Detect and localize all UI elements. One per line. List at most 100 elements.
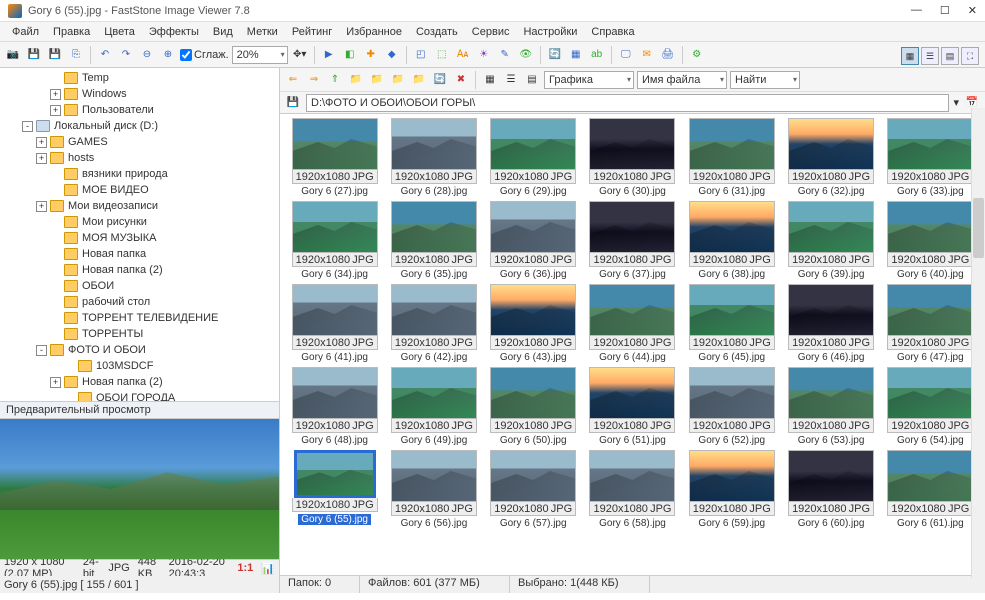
path-dropdown-icon[interactable]: ▾ bbox=[953, 96, 959, 109]
collapse-icon[interactable]: - bbox=[22, 121, 33, 132]
thumbnail[interactable]: 1920x1080JPGGory 6 (27).jpg bbox=[286, 118, 383, 197]
adjust-icon[interactable]: ☀ bbox=[475, 46, 493, 64]
thumbnail[interactable]: 1920x1080JPGGory 6 (59).jpg bbox=[683, 450, 780, 529]
tree-item[interactable]: -ФОТО И ОБОИ bbox=[0, 342, 279, 358]
tree-item[interactable]: +Windows bbox=[0, 86, 279, 102]
thumbnail[interactable]: 1920x1080JPGGory 6 (40).jpg bbox=[882, 201, 979, 280]
thumbnail[interactable]: 1920x1080JPGGory 6 (31).jpg bbox=[683, 118, 780, 197]
sort-combo[interactable]: Имя файла bbox=[637, 71, 727, 89]
thumbnail[interactable]: 1920x1080JPGGory 6 (51).jpg bbox=[584, 367, 681, 446]
minimize-button[interactable]: — bbox=[911, 4, 922, 17]
thumbnail[interactable]: 1920x1080JPGGory 6 (53).jpg bbox=[782, 367, 879, 446]
thumbnail[interactable]: 1920x1080JPGGory 6 (49).jpg bbox=[385, 367, 482, 446]
convert-icon[interactable]: 🔄 bbox=[546, 46, 564, 64]
menu-сервис[interactable]: Сервис bbox=[466, 24, 516, 40]
zoom-combo[interactable]: 20% bbox=[232, 46, 288, 64]
folder3-icon[interactable]: 📁 bbox=[389, 71, 407, 89]
smooth-checkbox[interactable]: Сглаж. bbox=[180, 49, 229, 61]
menu-метки[interactable]: Метки bbox=[241, 24, 284, 40]
email-icon[interactable]: ✉ bbox=[638, 46, 656, 64]
menu-настройки[interactable]: Настройки bbox=[517, 24, 583, 40]
thumbnail[interactable]: 1920x1080JPGGory 6 (44).jpg bbox=[584, 284, 681, 363]
tree-item[interactable]: +Новая папка (2) bbox=[0, 374, 279, 390]
path-field[interactable]: D:\ФОТО И ОБОИ\ОБОИ ГОРЫ\ bbox=[306, 94, 949, 112]
filter-combo[interactable]: Графика bbox=[544, 71, 634, 89]
rename-icon[interactable]: ab bbox=[588, 46, 606, 64]
folder1-icon[interactable]: 📁 bbox=[347, 71, 365, 89]
collapse-icon[interactable]: - bbox=[36, 345, 47, 356]
back-icon[interactable]: ⇐ bbox=[284, 71, 302, 89]
viewmode2-icon[interactable]: ☰ bbox=[502, 71, 520, 89]
maximize-button[interactable]: ☐ bbox=[940, 4, 950, 17]
tree-item[interactable]: +Пользователи bbox=[0, 102, 279, 118]
zoom-out-icon[interactable]: ⊖ bbox=[138, 46, 156, 64]
viewmode1-icon[interactable]: ▦ bbox=[481, 71, 499, 89]
thumbnail[interactable]: 1920x1080JPGGory 6 (50).jpg bbox=[485, 367, 582, 446]
print-icon[interactable]: 🖨 bbox=[659, 46, 677, 64]
preview-image[interactable] bbox=[0, 419, 279, 559]
view-fullscreen-button[interactable]: ⛶ bbox=[961, 47, 979, 65]
thumbnail[interactable]: 1920x1080JPGGory 6 (58).jpg bbox=[584, 450, 681, 529]
viewmode3-icon[interactable]: ▤ bbox=[523, 71, 541, 89]
menu-эффекты[interactable]: Эффекты bbox=[143, 24, 205, 40]
thumbnail[interactable]: 1920x1080JPGGory 6 (41).jpg bbox=[286, 284, 383, 363]
zoom-in-icon[interactable]: ⊕ bbox=[159, 46, 177, 64]
scrollbar-thumb[interactable] bbox=[973, 198, 984, 258]
menu-справка[interactable]: Справка bbox=[585, 24, 640, 40]
thumbnail-area[interactable]: 1920x1080JPGGory 6 (27).jpg1920x1080JPGG… bbox=[280, 114, 985, 575]
thumbnail[interactable]: 1920x1080JPGGory 6 (28).jpg bbox=[385, 118, 482, 197]
redeye-icon[interactable]: 👁 bbox=[517, 46, 535, 64]
menu-правка[interactable]: Правка bbox=[47, 24, 96, 40]
thumbnail[interactable]: 1920x1080JPGGory 6 (32).jpg bbox=[782, 118, 879, 197]
thumbnail[interactable]: 1920x1080JPGGory 6 (60).jpg bbox=[782, 450, 879, 529]
expand-icon[interactable]: + bbox=[36, 201, 47, 212]
expand-icon[interactable]: + bbox=[50, 89, 61, 100]
folder-tree[interactable]: Temp+Windows+Пользователи-Локальный диск… bbox=[0, 68, 279, 401]
menu-рейтинг[interactable]: Рейтинг bbox=[286, 24, 338, 40]
tree-item[interactable]: вязники природа bbox=[0, 166, 279, 182]
view-thumbnails-button[interactable]: ▦ bbox=[901, 47, 919, 65]
menu-цвета[interactable]: Цвета bbox=[98, 24, 141, 40]
thumbnail[interactable]: 1920x1080JPGGory 6 (54).jpg bbox=[882, 367, 979, 446]
vertical-scrollbar[interactable] bbox=[971, 108, 985, 578]
forward-icon[interactable]: ⇒ bbox=[305, 71, 323, 89]
thumbnail[interactable]: 1920x1080JPGGory 6 (43).jpg bbox=[485, 284, 582, 363]
text-icon[interactable]: 🗛 bbox=[454, 46, 472, 64]
resize-icon[interactable]: ⬚ bbox=[433, 46, 451, 64]
histogram-icon[interactable]: 📊 bbox=[261, 562, 275, 575]
drive-icon[interactable]: 💾 bbox=[284, 94, 302, 112]
tree-item[interactable]: Temp bbox=[0, 70, 279, 86]
thumbnail[interactable]: 1920x1080JPGGory 6 (46).jpg bbox=[782, 284, 879, 363]
saveas-icon[interactable]: 💾 bbox=[46, 46, 64, 64]
copy-icon[interactable]: ⎘ bbox=[67, 46, 85, 64]
thumbnail[interactable]: 1920x1080JPGGory 6 (45).jpg bbox=[683, 284, 780, 363]
thumbnail[interactable]: 1920x1080JPGGory 6 (34).jpg bbox=[286, 201, 383, 280]
thumbnail[interactable]: 1920x1080JPGGory 6 (55).jpg bbox=[286, 450, 383, 529]
thumbnail[interactable]: 1920x1080JPGGory 6 (33).jpg bbox=[882, 118, 979, 197]
tree-item[interactable]: ТОРРЕНТ ТЕЛЕВИДЕНИЕ bbox=[0, 310, 279, 326]
tree-item[interactable]: -Локальный диск (D:) bbox=[0, 118, 279, 134]
slideshow-icon[interactable]: ▦ bbox=[567, 46, 585, 64]
refresh-icon[interactable]: 🔄 bbox=[431, 71, 449, 89]
wallpaper-icon[interactable]: 🖵 bbox=[617, 46, 635, 64]
expand-icon[interactable]: + bbox=[50, 105, 61, 116]
menu-вид[interactable]: Вид bbox=[207, 24, 239, 40]
menu-создать[interactable]: Создать bbox=[410, 24, 464, 40]
thumbnail[interactable]: 1920x1080JPGGory 6 (37).jpg bbox=[584, 201, 681, 280]
tool-icon[interactable]: ✚ bbox=[362, 46, 380, 64]
thumbnail[interactable]: 1920x1080JPGGory 6 (30).jpg bbox=[584, 118, 681, 197]
tree-item[interactable]: Новая папка bbox=[0, 246, 279, 262]
folder4-icon[interactable]: 📁 bbox=[410, 71, 428, 89]
expand-icon[interactable]: + bbox=[36, 153, 47, 164]
compare-icon[interactable]: ◧ bbox=[341, 46, 359, 64]
tree-item[interactable]: Новая папка (2) bbox=[0, 262, 279, 278]
delete-icon[interactable]: ✖ bbox=[452, 71, 470, 89]
tree-item[interactable]: ТОРРЕНТЫ bbox=[0, 326, 279, 342]
scan-icon[interactable]: 📷 bbox=[4, 46, 22, 64]
tree-item[interactable]: рабочий стол bbox=[0, 294, 279, 310]
tree-item[interactable]: МОЯ МУЗЫКА bbox=[0, 230, 279, 246]
crop-icon[interactable]: ◰ bbox=[412, 46, 430, 64]
thumbnail[interactable]: 1920x1080JPGGory 6 (61).jpg bbox=[882, 450, 979, 529]
menu-файл[interactable]: Файл bbox=[6, 24, 45, 40]
search-combo[interactable]: Найти bbox=[730, 71, 800, 89]
